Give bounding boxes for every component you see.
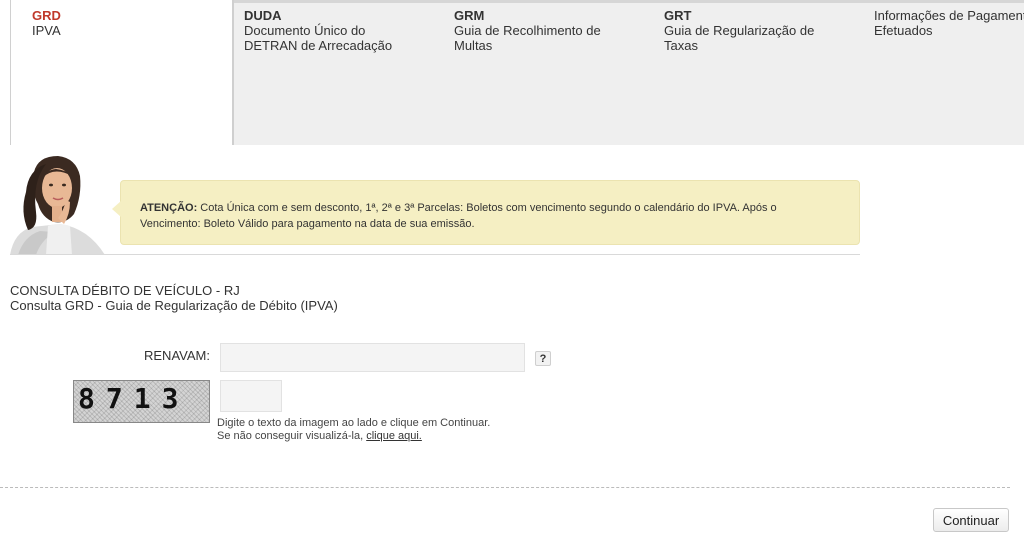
captcha-reload-link[interactable]: clique aqui.	[366, 430, 422, 442]
renavam-label: RENAVAM:	[144, 348, 210, 363]
captcha-hint: Digite o texto da imagem ao lado e cliqu…	[217, 417, 491, 429]
captcha-alt-hint: Se não conseguir visualizá-la, clique aq…	[217, 430, 422, 442]
tab-grt-desc-line1: Guia de Regularização de	[664, 23, 815, 38]
tab-grd-code: GRD	[32, 8, 61, 23]
renavam-help-button[interactable]: ?	[535, 351, 551, 366]
continue-button[interactable]: Continuar	[933, 508, 1009, 532]
renavam-input[interactable]	[220, 343, 525, 372]
tab-grd[interactable]: GRD IPVA	[10, 0, 234, 145]
tab-grm-code: GRM	[454, 8, 485, 23]
assistant-avatar	[10, 156, 105, 255]
tab-grd-desc: IPVA	[32, 23, 61, 38]
tab-payment-info[interactable]: Informações de Pagamentos Efetuados	[874, 0, 1024, 145]
page-title: CONSULTA DÉBITO DE VEÍCULO - RJ	[10, 283, 240, 298]
page-subtitle: Consulta GRD - Guia de Regularização de …	[10, 298, 338, 313]
tab-duda[interactable]: DUDA Documento Único do DETRAN de Arreca…	[244, 0, 444, 145]
tab-duda-desc-line1: Documento Único do	[244, 23, 366, 38]
captcha-text: 8713	[78, 382, 190, 415]
tab-grt-desc-line2: Taxas	[664, 38, 698, 53]
attention-notice: ATENÇÃO: Cota Única com e sem desconto, …	[112, 180, 860, 245]
captcha-image: 8713	[73, 380, 210, 423]
dashed-divider	[0, 487, 1010, 488]
captcha-alt-hint-text: Se não conseguir visualizá-la,	[217, 430, 367, 442]
tab-grm[interactable]: GRM Guia de Recolhimento de Multas	[454, 0, 654, 145]
divider	[10, 254, 860, 255]
notice-text-line2: Vencimento: Boleto Válido para pagamento…	[140, 218, 475, 230]
tab-grt-code: GRT	[664, 8, 692, 23]
tab-duda-desc-line2: DETRAN de Arrecadação	[244, 38, 393, 53]
notice-label: ATENÇÃO:	[140, 202, 198, 214]
captcha-input[interactable]	[220, 380, 282, 412]
tab-payment-info-line1: Informações de Pagamentos	[874, 8, 1024, 23]
tab-grt[interactable]: GRT Guia de Regularização de Taxas	[664, 0, 864, 145]
tab-grm-desc-line2: Multas	[454, 38, 493, 53]
tab-grm-desc-line1: Guia de Recolhimento de	[454, 23, 601, 38]
tab-duda-code: DUDA	[244, 8, 282, 23]
tab-payment-info-line2: Efetuados	[874, 23, 933, 38]
notice-text-line1: Cota Única com e sem desconto, 1ª, 2ª e …	[197, 202, 777, 214]
